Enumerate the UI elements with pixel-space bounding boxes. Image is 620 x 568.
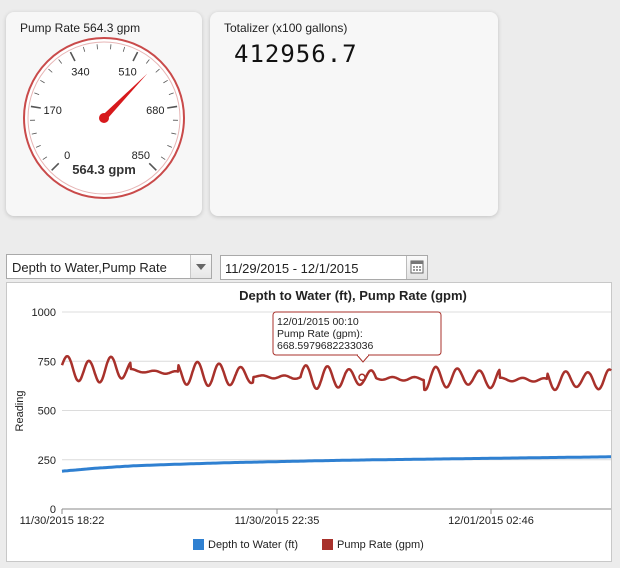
legend-item[interactable]: Depth to Water (ft): [193, 539, 298, 551]
x-tick-label: 12/01/2015 02:46: [448, 515, 534, 527]
y-axis-label: Reading: [14, 391, 26, 432]
legend-label: Pump Rate (gpm): [337, 539, 424, 551]
pump-rate-gauge: 0 170 340 510 680 850564.3 gpm: [23, 37, 185, 199]
legend-swatch: [193, 539, 204, 550]
tooltip-line-series: Pump Rate (gpm):: [277, 328, 363, 340]
tooltip-line-value: 668.5979682233036: [277, 340, 374, 352]
x-tick-label: 11/30/2015 18:22: [20, 515, 105, 527]
chart-legend[interactable]: Depth to Water (ft) Pump Rate (gpm): [193, 539, 424, 551]
highlight-point-marker: [358, 373, 366, 382]
gauge-scale-label: 510: [118, 67, 136, 79]
totalizer-card: Totalizer (x100 gallons) 412956.7: [210, 12, 498, 216]
series-select[interactable]: Depth to Water,Pump Rate: [6, 254, 212, 279]
gauge-needle-hub: [99, 113, 109, 123]
gauge-scale-label: 0: [64, 150, 70, 162]
totalizer-title: Totalizer (x100 gallons): [224, 21, 348, 35]
y-tick-label: 500: [38, 406, 56, 418]
gauge-scale-label: 340: [71, 67, 89, 79]
gauge-scale-label: 170: [43, 105, 61, 117]
calendar-button[interactable]: [406, 256, 427, 279]
legend-item[interactable]: Pump Rate (gpm): [322, 539, 424, 551]
date-range-field[interactable]: 11/29/2015 - 12/1/2015: [220, 255, 428, 280]
totalizer-value: 412956.7: [234, 40, 358, 68]
chevron-down-icon[interactable]: [190, 255, 211, 278]
y-tick-label: 1000: [32, 307, 56, 319]
readings-chart-panel: Depth to Water (ft), Pump Rate (gpm) Rea…: [6, 282, 612, 562]
chart-series: [60, 354, 612, 473]
tooltip-line-timestamp: 12/01/2015 00:10: [277, 316, 359, 328]
y-tick-label: 250: [38, 455, 56, 467]
legend-label: Depth to Water (ft): [208, 539, 298, 551]
chart-tooltip: 12/01/2015 00:10 Pump Rate (gpm): 668.59…: [272, 311, 442, 363]
gauge-readout: 564.3 gpm: [72, 162, 136, 177]
x-tick-label: 11/30/2015 22:35: [235, 515, 320, 527]
series-select-value: Depth to Water,Pump Rate: [12, 260, 167, 275]
series-line-depth-to-water: [61, 455, 611, 473]
gauge-scale-label: 850: [132, 150, 150, 162]
gauge-scale-label: 680: [146, 105, 164, 117]
calendar-icon: [410, 260, 424, 274]
date-range-value: 11/29/2015 - 12/1/2015: [225, 261, 359, 276]
chart-title: Depth to Water (ft), Pump Rate (gpm): [239, 288, 467, 303]
y-tick-label: 750: [38, 356, 56, 368]
readings-chart[interactable]: Depth to Water (ft), Pump Rate (gpm) Rea…: [7, 283, 613, 563]
legend-swatch: [322, 539, 333, 550]
pump-rate-gauge-card: Pump Rate 564.3 gpm 0 170 340 510 680 850 564.…: [6, 12, 202, 216]
